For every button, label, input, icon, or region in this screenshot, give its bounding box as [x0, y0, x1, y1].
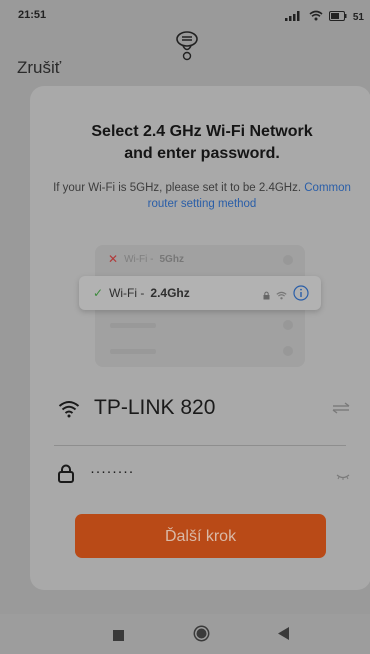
ssid-value: TP-LINK 820 — [94, 396, 216, 419]
battery-level: 51 — [352, 11, 364, 23]
battery-icon — [328, 8, 347, 26]
nav-square-icon[interactable] — [113, 628, 124, 646]
status-time: 21:51 — [18, 9, 47, 21]
wifi-5g-row: ✕ Wi-Fi - 5Ghz — [108, 252, 184, 266]
password-field[interactable]: ········ — [56, 460, 356, 490]
check-icon: ✓ — [93, 286, 104, 300]
password-value: ········ — [90, 463, 134, 480]
wifi-24g-row: ✓ Wi-Fi - 2.4Ghz — [79, 276, 321, 310]
wifi-icon — [276, 287, 287, 305]
cancel-button[interactable]: Zrušiť — [17, 58, 61, 78]
wifi-icon — [58, 400, 80, 423]
swap-icon[interactable] — [332, 401, 350, 419]
navigation-bar — [0, 614, 370, 654]
placeholder-bar — [110, 323, 156, 328]
nav-back-icon[interactable] — [278, 627, 289, 645]
nav-circle-icon[interactable] — [193, 625, 210, 647]
system-icons: 51 — [284, 8, 364, 26]
placeholder-dot — [283, 346, 293, 356]
next-step-button[interactable]: Ďalší krok — [75, 514, 326, 558]
ssid-field[interactable]: TP-LINK 820 — [56, 392, 356, 428]
placeholder-bar — [110, 349, 156, 354]
wifi-5g-band: 5Ghz — [159, 253, 184, 265]
notification-icon — [174, 30, 200, 69]
wifi-24g-band: 2.4Ghz — [150, 286, 190, 300]
wifi-5g-prefix: Wi-Fi - — [124, 253, 154, 265]
title-line-2: and enter password. — [124, 145, 280, 162]
wifi-24g-prefix: Wi-Fi - — [109, 286, 145, 300]
placeholder-dot — [283, 320, 293, 330]
wifi-icon — [309, 8, 323, 26]
signal-icon — [284, 8, 303, 26]
eye-icon[interactable] — [336, 468, 350, 486]
title-line-1: Select 2.4 GHz Wi-Fi Network — [91, 123, 313, 140]
cross-icon: ✕ — [108, 252, 119, 266]
lock-icon — [263, 287, 270, 305]
hint-body: If your Wi-Fi is 5GHz, please set it to … — [53, 182, 302, 194]
hint-text: If your Wi-Fi is 5GHz, please set it to … — [52, 180, 352, 212]
placeholder-dot — [283, 255, 293, 265]
page-title: Select 2.4 GHz Wi-Fi Network and enter p… — [52, 121, 352, 165]
status-bar: 21:51 51 — [0, 0, 370, 30]
lock-icon — [58, 464, 74, 489]
divider — [54, 445, 346, 446]
info-icon — [293, 285, 309, 306]
